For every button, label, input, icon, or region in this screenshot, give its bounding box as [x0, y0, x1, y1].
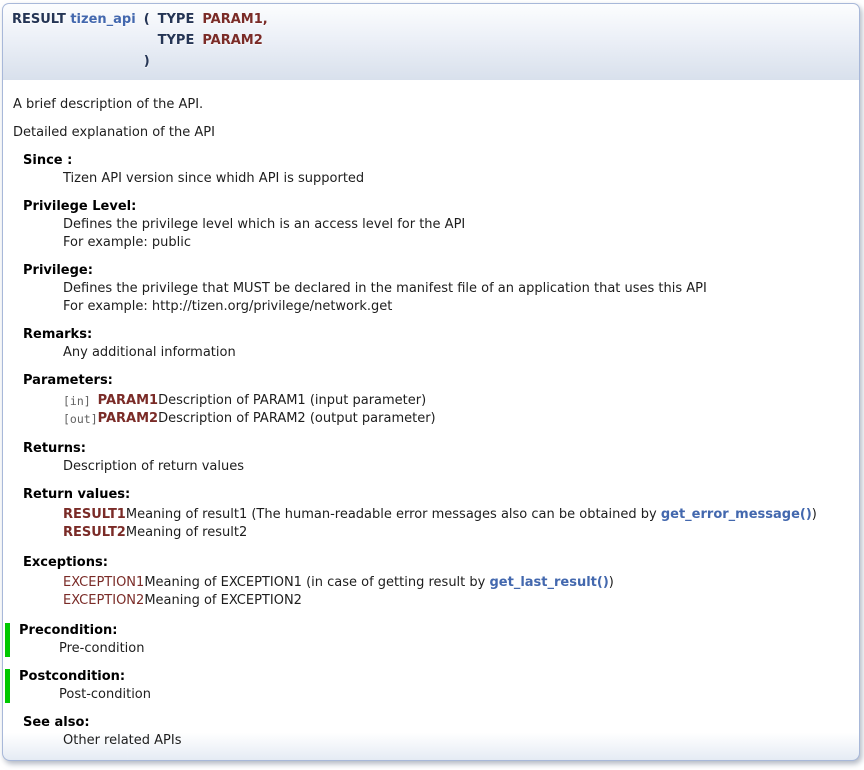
section-since: Since : Tizen API version since whidh AP…: [23, 153, 850, 187]
param-name: PARAM1: [98, 393, 158, 409]
detailed-description: Detailed explanation of the API: [13, 125, 850, 141]
close-paren: ): [140, 51, 154, 72]
parameter-row: [in] PARAM1 Description of PARAM1 (input…: [63, 393, 436, 409]
return-values-table-wrap: RESULT1 Meaning of result1 (The human-re…: [63, 505, 850, 543]
function-name-link[interactable]: tizen_api: [70, 12, 135, 27]
section-parameters: Parameters: [in] PARAM1 Description of P…: [23, 373, 850, 429]
signature-spacer-cell: [198, 51, 271, 72]
exception-row: EXCEPTION1 Meaning of EXCEPTION1 (in cas…: [63, 575, 614, 591]
param-direction: [out]: [63, 411, 98, 427]
exception-description: Meaning of EXCEPTION1 (in case of gettin…: [144, 575, 614, 591]
privilege-level-line: For example: public: [63, 235, 850, 251]
exception-name: EXCEPTION1: [63, 575, 144, 591]
return-values-heading: Return values:: [23, 487, 850, 503]
privilege-level-heading: Privilege Level:: [23, 199, 850, 215]
exceptions-table: EXCEPTION1 Meaning of EXCEPTION1 (in cas…: [63, 573, 614, 611]
param-description: Description of PARAM1 (input parameter): [158, 393, 436, 409]
see-also-heading: See also:: [23, 715, 850, 731]
privilege-line: For example: http://tizen.org/privilege/…: [63, 299, 850, 315]
precondition-heading: Precondition:: [19, 623, 850, 639]
return-type: RESULT: [12, 12, 66, 27]
return-value-description: Meaning of result2: [126, 525, 817, 541]
returns-body: Description of return values: [63, 459, 850, 475]
return-value-text: Meaning of result2: [126, 525, 247, 540]
since-body: Tizen API version since whidh API is sup…: [63, 171, 850, 187]
exception-text: Meaning of EXCEPTION1 (in case of gettin…: [144, 575, 489, 590]
signature-table: RESULT tizen_api ( TYPE PARAM1, TYPE PAR…: [8, 9, 272, 72]
return-value-text: ): [812, 507, 817, 522]
remarks-heading: Remarks:: [23, 327, 850, 343]
postcondition-body: Post-condition: [59, 687, 850, 703]
section-return-values: Return values: RESULT1 Meaning of result…: [23, 487, 850, 543]
param-direction: [in]: [63, 393, 98, 409]
return-value-name: RESULT1: [63, 507, 126, 523]
return-values-table: RESULT1 Meaning of result1 (The human-re…: [63, 505, 817, 543]
privilege-line: Defines the privilege that MUST be decla…: [63, 281, 850, 297]
exception-text: ): [609, 575, 614, 590]
precondition-body: Pre-condition: [59, 641, 850, 657]
section-remarks: Remarks: Any additional information: [23, 327, 850, 361]
param-name-1: PARAM1,: [198, 9, 271, 30]
param-type-1: TYPE: [154, 9, 199, 30]
parameters-table: [in] PARAM1 Description of PARAM1 (input…: [63, 391, 436, 429]
error-message-link[interactable]: get_error_message(): [661, 507, 812, 522]
exception-text: Meaning of EXCEPTION2: [144, 593, 302, 608]
section-privilege-level: Privilege Level: Defines the privilege l…: [23, 199, 850, 251]
returns-heading: Returns:: [23, 441, 850, 457]
signature-spacer-cell: [140, 30, 154, 51]
signature-spacer-cell: [8, 51, 140, 72]
param-name-2: PARAM2: [198, 30, 271, 51]
postcondition-heading: Postcondition:: [19, 669, 850, 685]
exception-name: EXCEPTION2: [63, 593, 144, 609]
last-result-link[interactable]: get_last_result(): [489, 575, 608, 590]
open-paren: (: [140, 9, 154, 30]
signature-row-1: RESULT tizen_api ( TYPE PARAM1,: [8, 9, 272, 30]
return-value-name: RESULT2: [63, 525, 126, 541]
section-privilege: Privilege: Defines the privilege that MU…: [23, 263, 850, 315]
brief-description: A brief description of the API.: [13, 97, 850, 113]
signature-row-3: ): [8, 51, 272, 72]
return-value-row: RESULT2 Meaning of result2: [63, 525, 817, 541]
signature-spacer-cell: [154, 51, 199, 72]
api-doc-card: RESULT tizen_api ( TYPE PARAM1, TYPE PAR…: [2, 3, 860, 761]
return-value-text: Meaning of result1 (The human-readable e…: [126, 507, 661, 522]
return-value-description: Meaning of result1 (The human-readable e…: [126, 507, 817, 523]
privilege-level-line: Defines the privilege level which is an …: [63, 217, 850, 233]
parameters-heading: Parameters:: [23, 373, 850, 389]
signature-spacer-cell: [8, 30, 140, 51]
since-heading: Since :: [23, 153, 850, 169]
return-value-row: RESULT1 Meaning of result1 (The human-re…: [63, 507, 817, 523]
see-also-body: Other related APIs: [63, 733, 850, 749]
param-name: PARAM2: [98, 411, 158, 427]
parameters-table-wrap: [in] PARAM1 Description of PARAM1 (input…: [63, 391, 850, 429]
exceptions-table-wrap: EXCEPTION1 Meaning of EXCEPTION1 (in cas…: [63, 573, 850, 611]
section-precondition: Precondition: Pre-condition: [5, 623, 850, 657]
exception-row: EXCEPTION2 Meaning of EXCEPTION2: [63, 593, 614, 609]
remarks-body: Any additional information: [63, 345, 850, 361]
section-see-also: See also: Other related APIs: [23, 715, 850, 749]
signature-name-cell: RESULT tizen_api: [8, 9, 140, 30]
privilege-heading: Privilege:: [23, 263, 850, 279]
function-signature-header: RESULT tizen_api ( TYPE PARAM1, TYPE PAR…: [2, 3, 860, 80]
signature-row-2: TYPE PARAM2: [8, 30, 272, 51]
param-description: Description of PARAM2 (output parameter): [158, 411, 436, 427]
param-type-2: TYPE: [154, 30, 199, 51]
exceptions-heading: Exceptions:: [23, 555, 850, 571]
section-exceptions: Exceptions: EXCEPTION1 Meaning of EXCEPT…: [23, 555, 850, 611]
exception-description: Meaning of EXCEPTION2: [144, 593, 614, 609]
section-returns: Returns: Description of return values: [23, 441, 850, 475]
section-postcondition: Postcondition: Post-condition: [5, 669, 850, 703]
doc-body: A brief description of the API. Detailed…: [2, 80, 860, 761]
parameter-row: [out] PARAM2 Description of PARAM2 (outp…: [63, 411, 436, 427]
